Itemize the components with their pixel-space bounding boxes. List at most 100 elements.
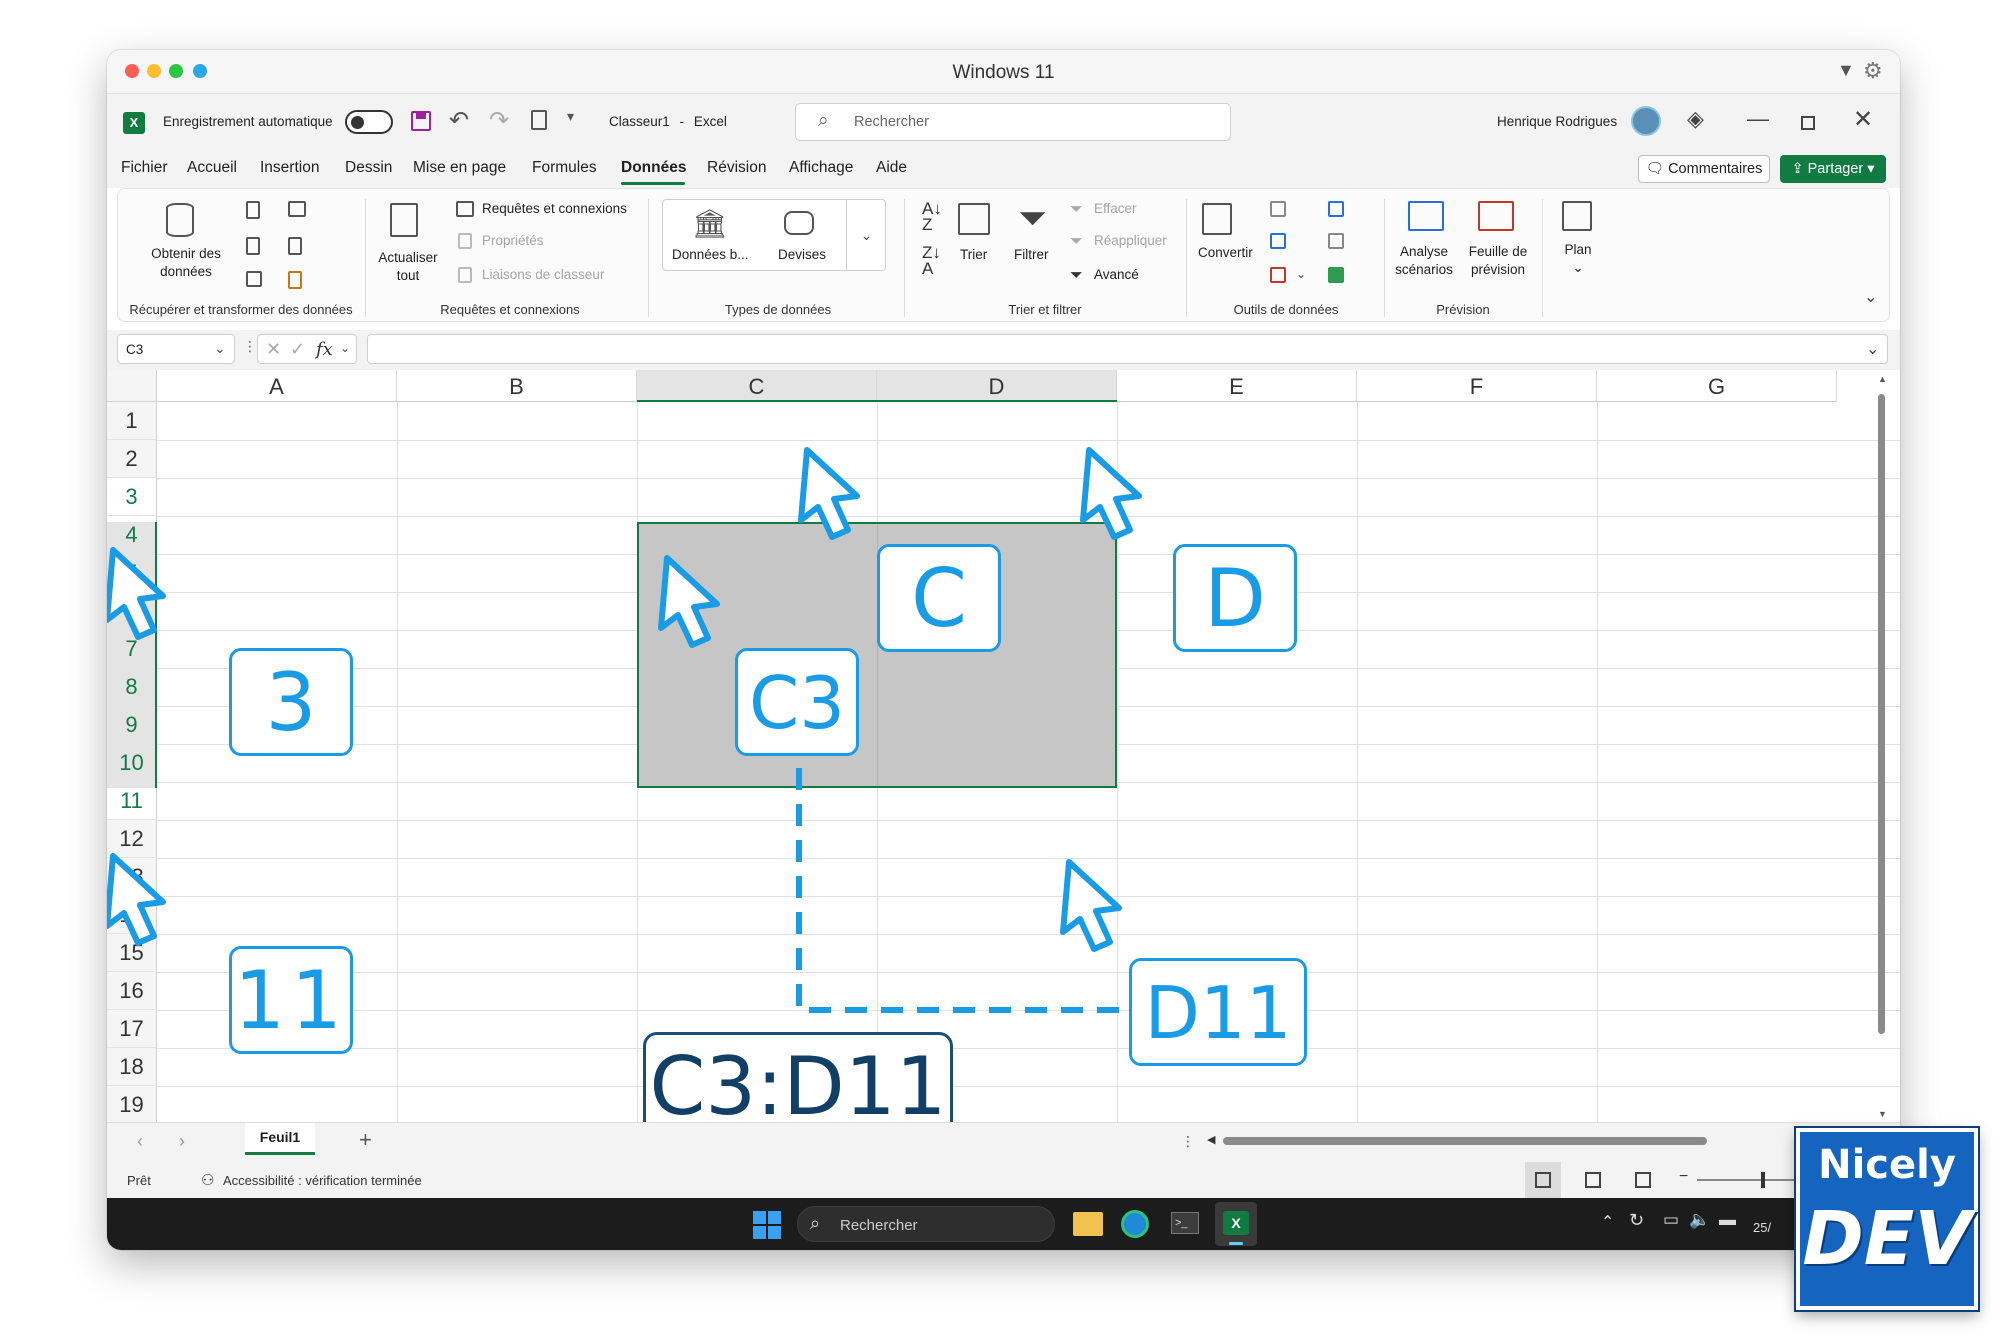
logo-line-2: DEV xyxy=(1802,1196,1972,1282)
advanced-button[interactable]: Avancé xyxy=(1094,267,1139,282)
existing-file-icon[interactable] xyxy=(288,271,302,289)
queries-connections-button[interactable]: Requêtes et connexions xyxy=(482,201,627,216)
web-icon[interactable] xyxy=(246,237,260,255)
properties-icon xyxy=(458,233,472,249)
filter-button[interactable]: Filtrer xyxy=(1014,247,1049,262)
undo-icon[interactable]: ↶ xyxy=(449,106,469,135)
refresh-all-button[interactable]: Actualiser tout xyxy=(368,249,448,285)
cancel-icon[interactable]: ✕ xyxy=(266,339,281,360)
tab-fichier[interactable]: Fichier xyxy=(121,159,168,177)
currencies-button[interactable]: Devises xyxy=(778,247,826,262)
chevron-up-icon[interactable]: ⌃ xyxy=(1601,1212,1614,1232)
restore-icon[interactable] xyxy=(1801,116,1815,130)
horizontal-scrollbar-thumb[interactable] xyxy=(1223,1137,1707,1145)
data-validation-icon[interactable] xyxy=(1270,267,1286,283)
sheet-tab-feuil1[interactable]: Feuil1 xyxy=(245,1123,315,1155)
remove-duplicates-icon[interactable] xyxy=(1270,233,1286,249)
more-icon[interactable]: ⋮ xyxy=(243,338,257,355)
autosave-toggle[interactable] xyxy=(345,110,393,134)
share-label: Partager xyxy=(1807,161,1864,177)
whatif-label-1: Analyse xyxy=(1399,244,1449,259)
gear-icon[interactable]: ⚙ xyxy=(1863,58,1883,84)
callout-cell-d11: D11 xyxy=(1129,958,1307,1066)
data-model-icon[interactable] xyxy=(1328,267,1344,283)
file-explorer-icon[interactable] xyxy=(1073,1212,1103,1236)
ribbon-collapse-icon[interactable]: ⌄ xyxy=(1864,287,1877,307)
tab-insertion[interactable]: Insertion xyxy=(260,159,319,177)
excel-taskbar-button[interactable]: X xyxy=(1215,1202,1257,1246)
group-separator xyxy=(365,199,366,317)
terminal-icon[interactable]: >_ xyxy=(1171,1212,1199,1234)
consolidate-icon[interactable] xyxy=(1328,201,1344,217)
chevron-down-icon[interactable]: ⌄ xyxy=(1866,339,1879,359)
outline-button[interactable]: Plan ⌄ xyxy=(1548,241,1608,277)
existing-connections-icon[interactable] xyxy=(288,201,306,217)
prev-sheet-icon[interactable]: ‹ xyxy=(137,1131,143,1152)
clear-button[interactable]: Effacer xyxy=(1094,201,1137,216)
whatif-label-2: scénarios xyxy=(1395,262,1453,277)
properties-button[interactable]: Propriétés xyxy=(482,233,544,248)
network-icon[interactable]: ▭ xyxy=(1663,1210,1679,1230)
sync-icon[interactable]: ↻ xyxy=(1629,1210,1644,1231)
close-icon[interactable]: ✕ xyxy=(1853,105,1873,134)
tab-formules[interactable]: Formules xyxy=(532,159,597,177)
more-icon[interactable]: ⋮ xyxy=(1181,1133,1195,1150)
windows-start-icon[interactable] xyxy=(753,1211,781,1239)
save-icon[interactable] xyxy=(411,111,431,131)
formula-input[interactable]: ⌄ xyxy=(367,334,1888,364)
new-file-icon[interactable] xyxy=(531,110,547,130)
spreadsheet-grid[interactable]: A B C D E F G 12345678910111213141516171… xyxy=(107,370,1900,1122)
accessibility-status[interactable]: Accessibilité : vérification terminée xyxy=(223,1173,422,1188)
forecast-sheet-button[interactable]: Feuille de prévision xyxy=(1458,243,1538,279)
redo-icon[interactable]: ↷ xyxy=(489,106,509,135)
customize-qat-icon[interactable]: ▾ xyxy=(567,108,574,125)
edge-icon[interactable] xyxy=(1121,1210,1149,1238)
sort-az-icon[interactable]: A↓ Z xyxy=(922,200,942,233)
insert-function-button[interactable]: fx xyxy=(316,339,333,360)
confirm-icon[interactable]: ✓ xyxy=(290,339,305,360)
windows-taskbar: ⌕ Rechercher >_ X ⌃ ↻ ▭ 🔈 ▬ 25/ xyxy=(107,1198,1900,1250)
tab-accueil[interactable]: Accueil xyxy=(187,159,237,177)
recent-sources-icon[interactable] xyxy=(288,237,302,255)
workbook-links-button[interactable]: Liaisons de classeur xyxy=(482,267,604,282)
tab-mise-en-page[interactable]: Mise en page xyxy=(413,159,506,177)
sort-za-icon[interactable]: Z↓ A xyxy=(922,244,941,277)
volume-icon[interactable]: 🔈 xyxy=(1689,1210,1710,1230)
taskbar-search[interactable]: ⌕ Rechercher xyxy=(797,1206,1055,1242)
what-if-analysis-button[interactable]: Analyse scénarios xyxy=(1386,243,1462,279)
battery-icon[interactable]: ▬ xyxy=(1719,1210,1736,1230)
tab-donnees[interactable]: Données xyxy=(621,159,686,177)
taskbar-search-label: Rechercher xyxy=(840,1217,918,1234)
tab-aide[interactable]: Aide xyxy=(876,159,907,177)
search-box[interactable]: ⌕ Rechercher xyxy=(795,103,1231,141)
get-data-button[interactable]: Obtenir des données xyxy=(136,245,236,281)
page-break-icon[interactable] xyxy=(1635,1172,1651,1188)
group-separator xyxy=(1186,199,1187,317)
minimize-icon[interactable]: — xyxy=(1747,106,1769,132)
chevron-down-icon[interactable]: ⌄ xyxy=(1296,267,1306,281)
flash-fill-icon[interactable] xyxy=(1270,201,1286,217)
text-file-icon[interactable] xyxy=(246,201,260,219)
tab-dessin[interactable]: Dessin xyxy=(345,159,392,177)
tab-affichage[interactable]: Affichage xyxy=(789,159,853,177)
page-layout-icon[interactable] xyxy=(1585,1172,1601,1188)
comments-button[interactable]: 🗨 Commentaires xyxy=(1638,155,1770,183)
share-button[interactable]: ⇪ Partager ▾ xyxy=(1780,155,1886,183)
zoom-out-icon[interactable]: − xyxy=(1679,1168,1688,1186)
add-sheet-button[interactable]: + xyxy=(359,1127,372,1153)
zoom-slider-thumb[interactable] xyxy=(1761,1172,1765,1188)
relationships-icon[interactable] xyxy=(1328,233,1344,249)
reapply-button[interactable]: Réappliquer xyxy=(1094,233,1167,248)
table-icon[interactable] xyxy=(246,271,262,287)
sort-button[interactable]: Trier xyxy=(960,247,987,262)
tab-revision[interactable]: Révision xyxy=(707,159,766,177)
dropdown-icon[interactable]: ▼ xyxy=(1837,60,1855,81)
next-sheet-icon[interactable]: › xyxy=(179,1131,185,1152)
diamond-icon[interactable]: ◈ xyxy=(1687,106,1704,132)
convert-button[interactable]: Convertir xyxy=(1198,245,1253,260)
avatar[interactable] xyxy=(1631,106,1661,136)
scroll-left-icon[interactable]: ◀ xyxy=(1207,1133,1215,1146)
gallery-expand-icon[interactable]: ⌄ xyxy=(846,199,886,271)
stocks-button[interactable]: Données b... xyxy=(672,247,749,262)
name-box[interactable]: C3 ⌄ xyxy=(117,334,235,364)
